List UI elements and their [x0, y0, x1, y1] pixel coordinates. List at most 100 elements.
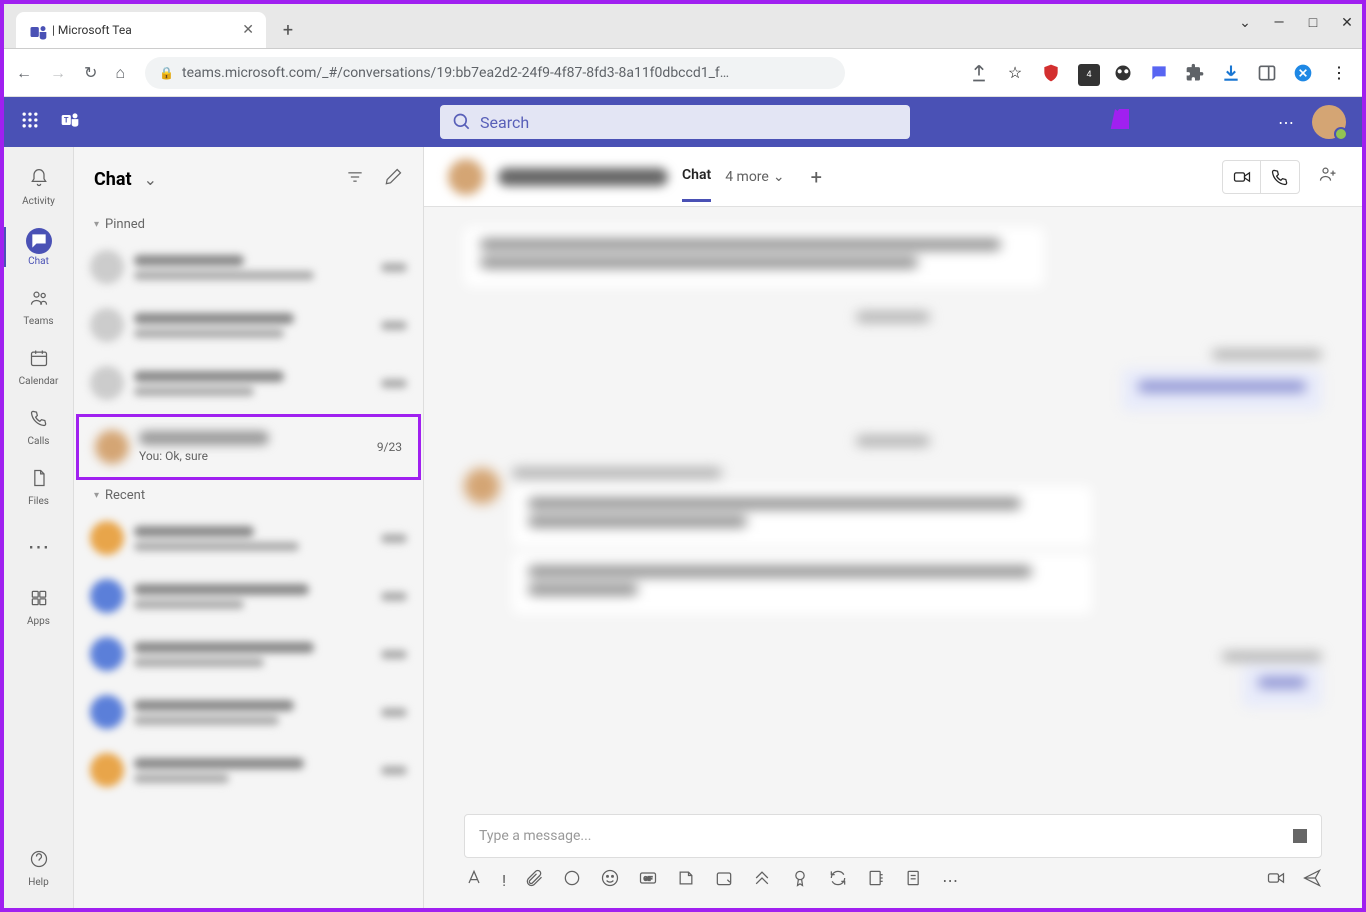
- compose-expand-icon[interactable]: [1293, 829, 1307, 843]
- list-item[interactable]: [74, 625, 423, 683]
- url-text: teams.microsoft.com/_#/conversations/19:…: [182, 65, 729, 81]
- highlighted-chat-item[interactable]: You: Ok, sure 9/23: [76, 414, 421, 480]
- close-tab-icon[interactable]: ✕: [242, 22, 254, 38]
- stream-icon[interactable]: [752, 868, 772, 892]
- tab-dropdown-icon[interactable]: ⌄: [1238, 15, 1252, 31]
- close-window-icon[interactable]: ✕: [1340, 15, 1354, 31]
- compose-more-icon[interactable]: ⋯: [942, 871, 958, 890]
- teams-favicon: [28, 22, 44, 38]
- more-icon: ⋯: [28, 535, 50, 560]
- search-input[interactable]: Search: [440, 105, 910, 139]
- approval-icon[interactable]: [790, 868, 810, 892]
- browser-menu-icon[interactable]: ⋮: [1328, 62, 1350, 84]
- ext-circle-icon[interactable]: [1292, 62, 1314, 84]
- rail-calendar[interactable]: Calendar: [9, 339, 69, 395]
- chevron-down-icon: ⌄: [773, 169, 785, 185]
- ext-badge-icon[interactable]: 4: [1076, 62, 1098, 84]
- ext-chat-icon[interactable]: [1148, 62, 1170, 84]
- send-button[interactable]: [1302, 868, 1322, 892]
- list-item[interactable]: [74, 296, 423, 354]
- new-tab-button[interactable]: +: [274, 16, 302, 44]
- address-bar[interactable]: 🔒 teams.microsoft.com/_#/conversations/1…: [145, 57, 845, 89]
- tab-title: | Microsoft Tea: [52, 23, 234, 37]
- list-item[interactable]: [74, 741, 423, 799]
- recent-section[interactable]: Recent: [74, 482, 423, 509]
- rail-calls[interactable]: Calls: [9, 399, 69, 455]
- filter-icon[interactable]: [345, 167, 365, 191]
- format-icon[interactable]: [464, 868, 484, 892]
- browser-tab-strip: | Microsoft Tea ✕ + ⌄ — □ ✕: [4, 4, 1362, 49]
- downloads-icon[interactable]: [1220, 62, 1242, 84]
- compose-toolbar: ! GIF ⋯: [464, 868, 1322, 892]
- rail-help[interactable]: Help: [9, 840, 69, 896]
- list-item[interactable]: [74, 509, 423, 567]
- tab-more[interactable]: 4 more ⌄: [725, 169, 784, 185]
- list-item[interactable]: [74, 567, 423, 625]
- loop-icon[interactable]: [562, 868, 582, 892]
- file-icon: [29, 468, 49, 494]
- browser-tab[interactable]: | Microsoft Tea ✕: [16, 12, 266, 48]
- list-item[interactable]: [74, 683, 423, 741]
- onenote-icon[interactable]: [866, 868, 886, 892]
- header-more-icon[interactable]: ⋯: [1278, 113, 1294, 132]
- polls-icon[interactable]: [904, 868, 924, 892]
- ext-panda-icon[interactable]: [1112, 62, 1134, 84]
- chevron-down-icon[interactable]: ⌄: [144, 170, 157, 189]
- maximize-icon[interactable]: □: [1306, 14, 1320, 31]
- back-icon[interactable]: ←: [16, 63, 32, 83]
- chat-list-title: Chat: [94, 169, 132, 190]
- recent-items: [74, 509, 423, 799]
- sidepanel-icon[interactable]: [1256, 62, 1278, 84]
- add-people-icon[interactable]: [1318, 164, 1338, 189]
- help-icon: [29, 849, 49, 875]
- rail-activity[interactable]: Activity: [9, 159, 69, 215]
- phone-icon: [29, 408, 49, 434]
- message-list: [424, 207, 1362, 804]
- main-content: Activity Chat Teams Calendar Calls Files…: [4, 147, 1362, 908]
- new-chat-icon[interactable]: [383, 167, 403, 191]
- teams-logo-icon[interactable]: T: [60, 110, 80, 135]
- updates-icon[interactable]: [828, 868, 848, 892]
- list-item[interactable]: [74, 238, 423, 296]
- list-item[interactable]: [74, 354, 423, 412]
- gif-icon[interactable]: GIF: [638, 868, 658, 892]
- rail-apps[interactable]: Apps: [9, 579, 69, 635]
- pinned-section[interactable]: Pinned: [74, 211, 423, 238]
- extensions-puzzle-icon[interactable]: [1184, 62, 1206, 84]
- pinned-items: [74, 238, 423, 412]
- sticker-icon[interactable]: [676, 868, 696, 892]
- rail-files[interactable]: Files: [9, 459, 69, 515]
- chat-view: Chat 4 more ⌄ +: [424, 147, 1362, 908]
- rail-more[interactable]: ⋯: [9, 519, 69, 575]
- bell-icon: [29, 168, 49, 194]
- teams-icon: [29, 288, 49, 314]
- lock-icon: 🔒: [159, 66, 174, 80]
- add-tab-icon[interactable]: +: [811, 165, 822, 189]
- priority-icon[interactable]: !: [502, 871, 506, 890]
- chat-date: 9/23: [377, 440, 402, 454]
- search-icon: [452, 112, 472, 132]
- rail-teams[interactable]: Teams: [9, 279, 69, 335]
- tab-chat[interactable]: Chat: [682, 167, 711, 202]
- emoji-icon[interactable]: [600, 868, 620, 892]
- video-call-button[interactable]: [1223, 161, 1261, 193]
- avatar: [95, 430, 129, 464]
- app-launcher-icon[interactable]: [20, 110, 40, 135]
- share-icon[interactable]: [968, 62, 990, 84]
- video-clip-icon[interactable]: [1266, 868, 1286, 892]
- ext-ublock-icon[interactable]: [1040, 62, 1062, 84]
- bookmark-star-icon[interactable]: ☆: [1004, 62, 1026, 84]
- chat-icon: [26, 228, 52, 254]
- reload-icon[interactable]: ↻: [84, 63, 97, 82]
- rail-chat[interactable]: Chat: [9, 219, 69, 275]
- chat-list-panel: Chat ⌄ Pinned You: Ok, sure 9/23 Recen: [74, 147, 424, 908]
- audio-call-button[interactable]: [1261, 161, 1299, 193]
- attach-icon[interactable]: [524, 868, 544, 892]
- message-input[interactable]: Type a message...: [464, 814, 1322, 858]
- minimize-icon[interactable]: —: [1272, 15, 1286, 31]
- compose-placeholder: Type a message...: [479, 828, 591, 844]
- profile-avatar[interactable]: [1312, 105, 1346, 139]
- schedule-icon[interactable]: [714, 868, 734, 892]
- home-icon[interactable]: ⌂: [115, 63, 125, 83]
- svg-text:GIF: GIF: [644, 877, 654, 883]
